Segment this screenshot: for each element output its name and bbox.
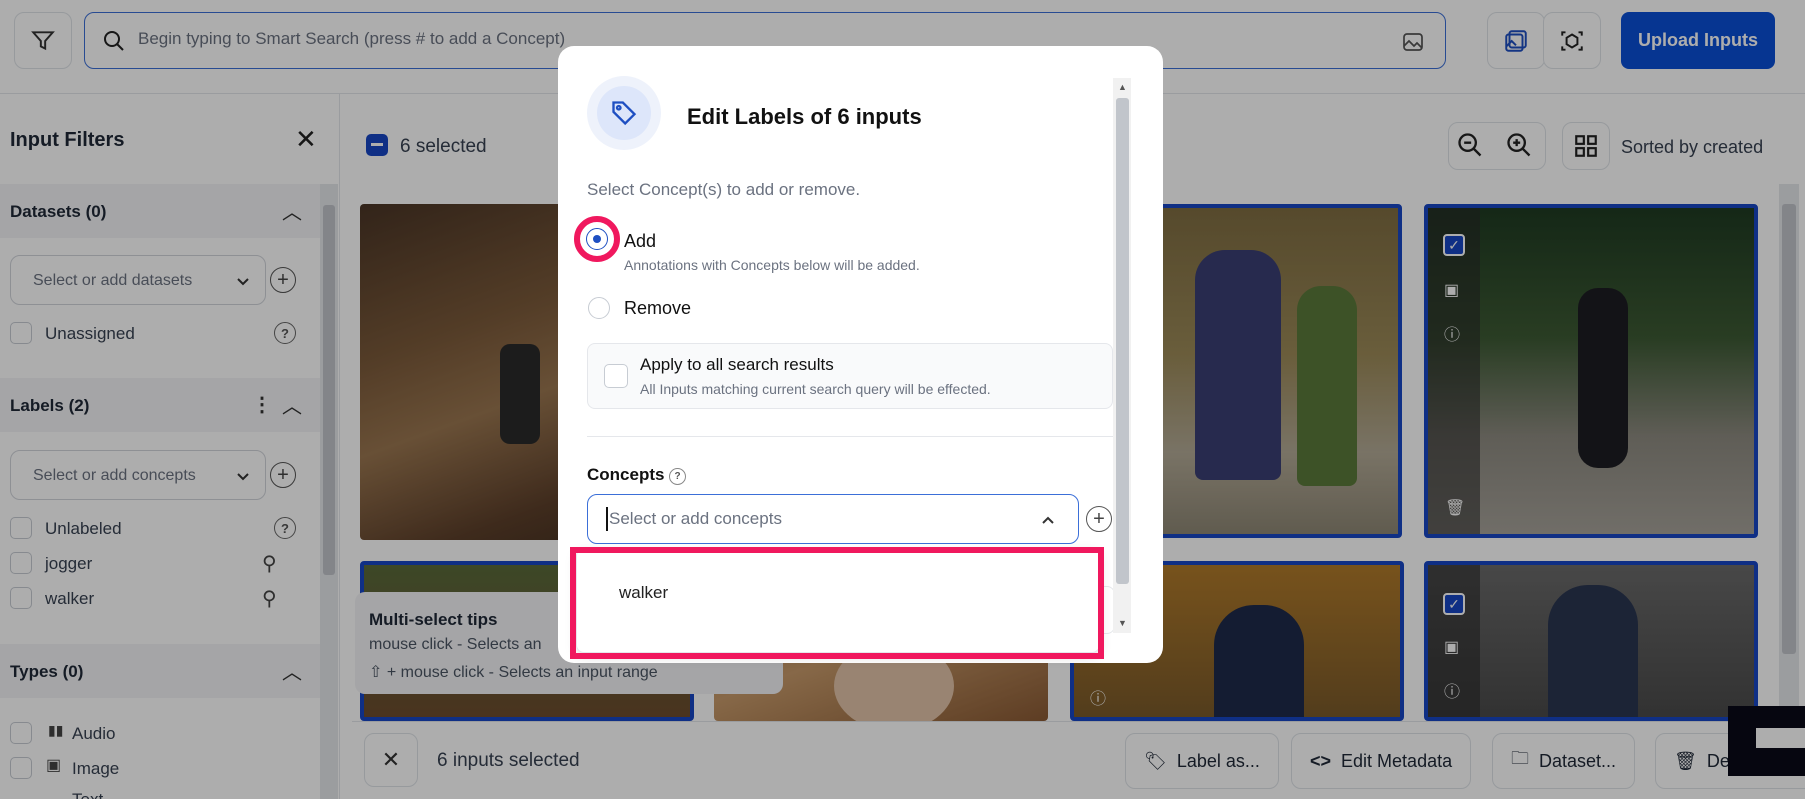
text-cursor [606, 507, 608, 531]
concepts-select-input[interactable]: Select or add concepts [587, 494, 1079, 544]
add-radio[interactable] [586, 228, 608, 250]
concepts-label: Concepts [587, 465, 665, 484]
remove-radio[interactable] [588, 297, 610, 319]
add-concept-icon[interactable]: + [1086, 506, 1112, 532]
apply-all-description: All Inputs matching current search query… [640, 381, 991, 397]
concepts-placeholder: Select or add concepts [609, 509, 782, 528]
scroll-down-arrow-icon[interactable]: ▼ [1118, 618, 1127, 628]
add-description: Annotations with Concepts below will be … [624, 257, 920, 273]
tag-icon [612, 101, 637, 126]
modal-scroll-thumb[interactable] [1116, 98, 1129, 584]
modal-title: Edit Labels of 6 inputs [687, 104, 922, 129]
divider [587, 436, 1113, 437]
modal-subtitle: Select Concept(s) to add or remove. [587, 180, 861, 199]
add-label: Add [624, 231, 657, 251]
edit-labels-modal: Edit Labels of 6 inputs Select Concept(s… [558, 46, 1163, 663]
apply-all-box[interactable]: Apply to all search results All Inputs m… [587, 343, 1113, 409]
chevron-up-icon[interactable] [1040, 512, 1056, 528]
tag-icon-badge [587, 76, 661, 150]
dropdown-option-walker[interactable]: walker [619, 583, 668, 603]
apply-all-label: Apply to all search results [640, 355, 834, 374]
dropdown-highlight [570, 547, 1104, 659]
radio-dot [593, 235, 601, 243]
remove-label: Remove [624, 298, 692, 318]
scroll-up-arrow-icon[interactable]: ▲ [1118, 82, 1127, 92]
concepts-help-icon[interactable]: ? [669, 468, 686, 485]
apply-all-checkbox[interactable] [604, 364, 628, 388]
